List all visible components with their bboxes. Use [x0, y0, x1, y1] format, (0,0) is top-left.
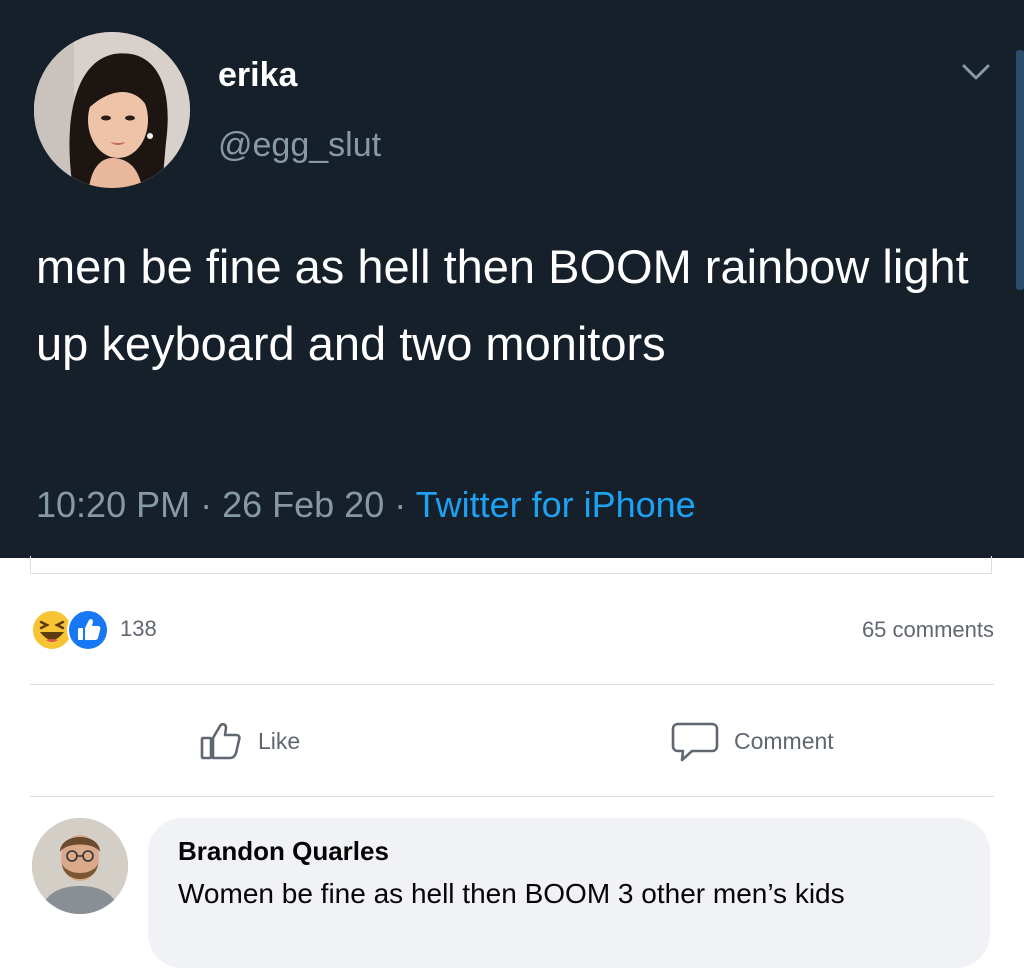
tweet-meta: 10:20 PM · 26 Feb 20 · Twitter for iPhon…	[36, 484, 696, 526]
divider	[30, 684, 994, 685]
meta-separator: ·	[384, 484, 416, 525]
comment-count[interactable]: 65 comments	[862, 617, 994, 643]
like-reaction-icon	[67, 609, 109, 651]
reaction-count[interactable]: 138	[120, 616, 157, 642]
shared-image-frame	[30, 556, 992, 574]
thumbs-up-icon	[200, 722, 241, 760]
like-label: Like	[258, 727, 301, 754]
tweet-display-name[interactable]: erika	[218, 56, 297, 95]
tweet-author-avatar[interactable]	[34, 32, 190, 188]
tweet-date[interactable]: 26 Feb 20	[222, 484, 384, 525]
avatar-photo	[32, 818, 128, 914]
divider	[30, 796, 994, 797]
chevron-down-icon[interactable]	[956, 56, 996, 90]
comment-label: Comment	[734, 727, 834, 754]
comment-button[interactable]: Comment	[670, 716, 834, 766]
comment-text: Women be fine as hell then BOOM 3 other …	[178, 878, 845, 909]
commenter-avatar[interactable]	[32, 818, 128, 914]
like-button[interactable]: Like	[198, 716, 300, 766]
avatar-photo	[34, 32, 190, 188]
tweet-text: men be fine as hell then BOOM rainbow li…	[36, 240, 969, 370]
scrollbar[interactable]	[1016, 50, 1024, 290]
meta-separator: ·	[190, 484, 223, 525]
tweet-handle[interactable]: @egg_slut	[218, 126, 381, 165]
comment-icon	[671, 722, 719, 762]
tweet-card: erika @egg_slut men be fine as hell then…	[0, 0, 1024, 558]
tweet-source[interactable]: Twitter for iPhone	[416, 484, 696, 525]
commenter-name[interactable]: Brandon Quarles	[178, 836, 389, 867]
tweet-time[interactable]: 10:20 PM	[36, 484, 190, 525]
